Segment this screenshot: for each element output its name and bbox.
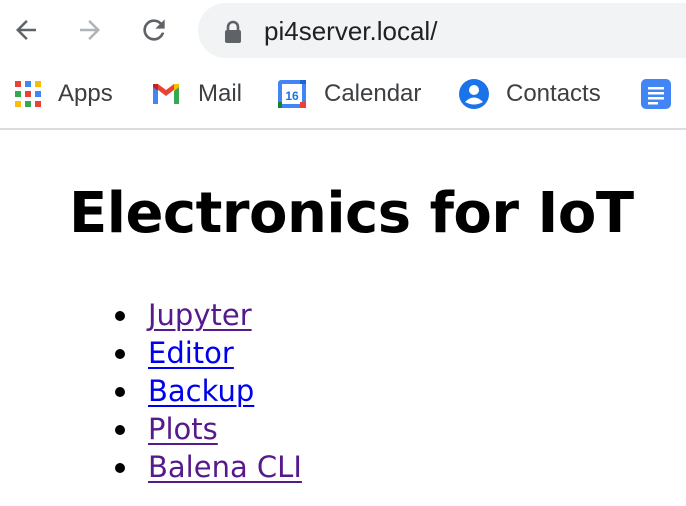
bookmark-label: Contacts xyxy=(506,80,601,107)
address-bar[interactable]: pi4server.local/ xyxy=(198,3,686,58)
calendar-icon-date: 16 xyxy=(285,89,299,103)
link-jupyter[interactable]: Jupyter xyxy=(148,296,252,334)
bullet-icon xyxy=(115,311,125,321)
bookmarks-bar: Apps Mail 16 Calendar Contacts xyxy=(0,62,686,130)
page-title: Electronics for IoT xyxy=(69,181,634,246)
bookmark-label: Mail xyxy=(198,80,243,107)
bookmark-contacts[interactable]: Contacts xyxy=(458,77,601,111)
calendar-icon: 16 xyxy=(278,80,306,108)
bookmark-label: Calendar xyxy=(324,80,422,107)
bullet-icon xyxy=(115,349,125,359)
contacts-icon xyxy=(459,79,489,109)
bookmark-apps[interactable]: Apps xyxy=(12,77,113,111)
url-text[interactable]: pi4server.local/ xyxy=(264,15,437,47)
link-plots[interactable]: Plots xyxy=(148,410,218,448)
bookmark-mail[interactable]: Mail xyxy=(150,77,242,111)
back-button[interactable] xyxy=(7,11,45,49)
arrow-left-icon xyxy=(16,20,36,40)
link-balena-cli[interactable]: Balena CLI xyxy=(148,448,302,486)
arrow-right-icon xyxy=(80,20,100,40)
bullet-icon xyxy=(115,463,125,473)
apps-grid-icon xyxy=(15,81,41,107)
reload-icon xyxy=(143,19,165,41)
browser-toolbar: pi4server.local/ xyxy=(0,0,686,62)
page-content: Electronics for IoT Jupyter Editor Backu… xyxy=(0,132,686,506)
link-editor[interactable]: Editor xyxy=(148,334,234,372)
bullet-icon xyxy=(115,425,125,435)
bullet-icon xyxy=(115,387,125,397)
forward-button[interactable] xyxy=(71,11,109,49)
gmail-icon xyxy=(153,84,179,104)
lock-icon[interactable] xyxy=(223,20,243,44)
link-backup[interactable]: Backup xyxy=(148,372,254,410)
bookmark-label: Apps xyxy=(58,80,113,107)
docs-icon xyxy=(641,79,671,109)
bookmark-calendar[interactable]: 16 Calendar xyxy=(276,77,421,111)
bookmark-docs[interactable] xyxy=(640,77,672,111)
reload-button[interactable] xyxy=(135,11,173,49)
